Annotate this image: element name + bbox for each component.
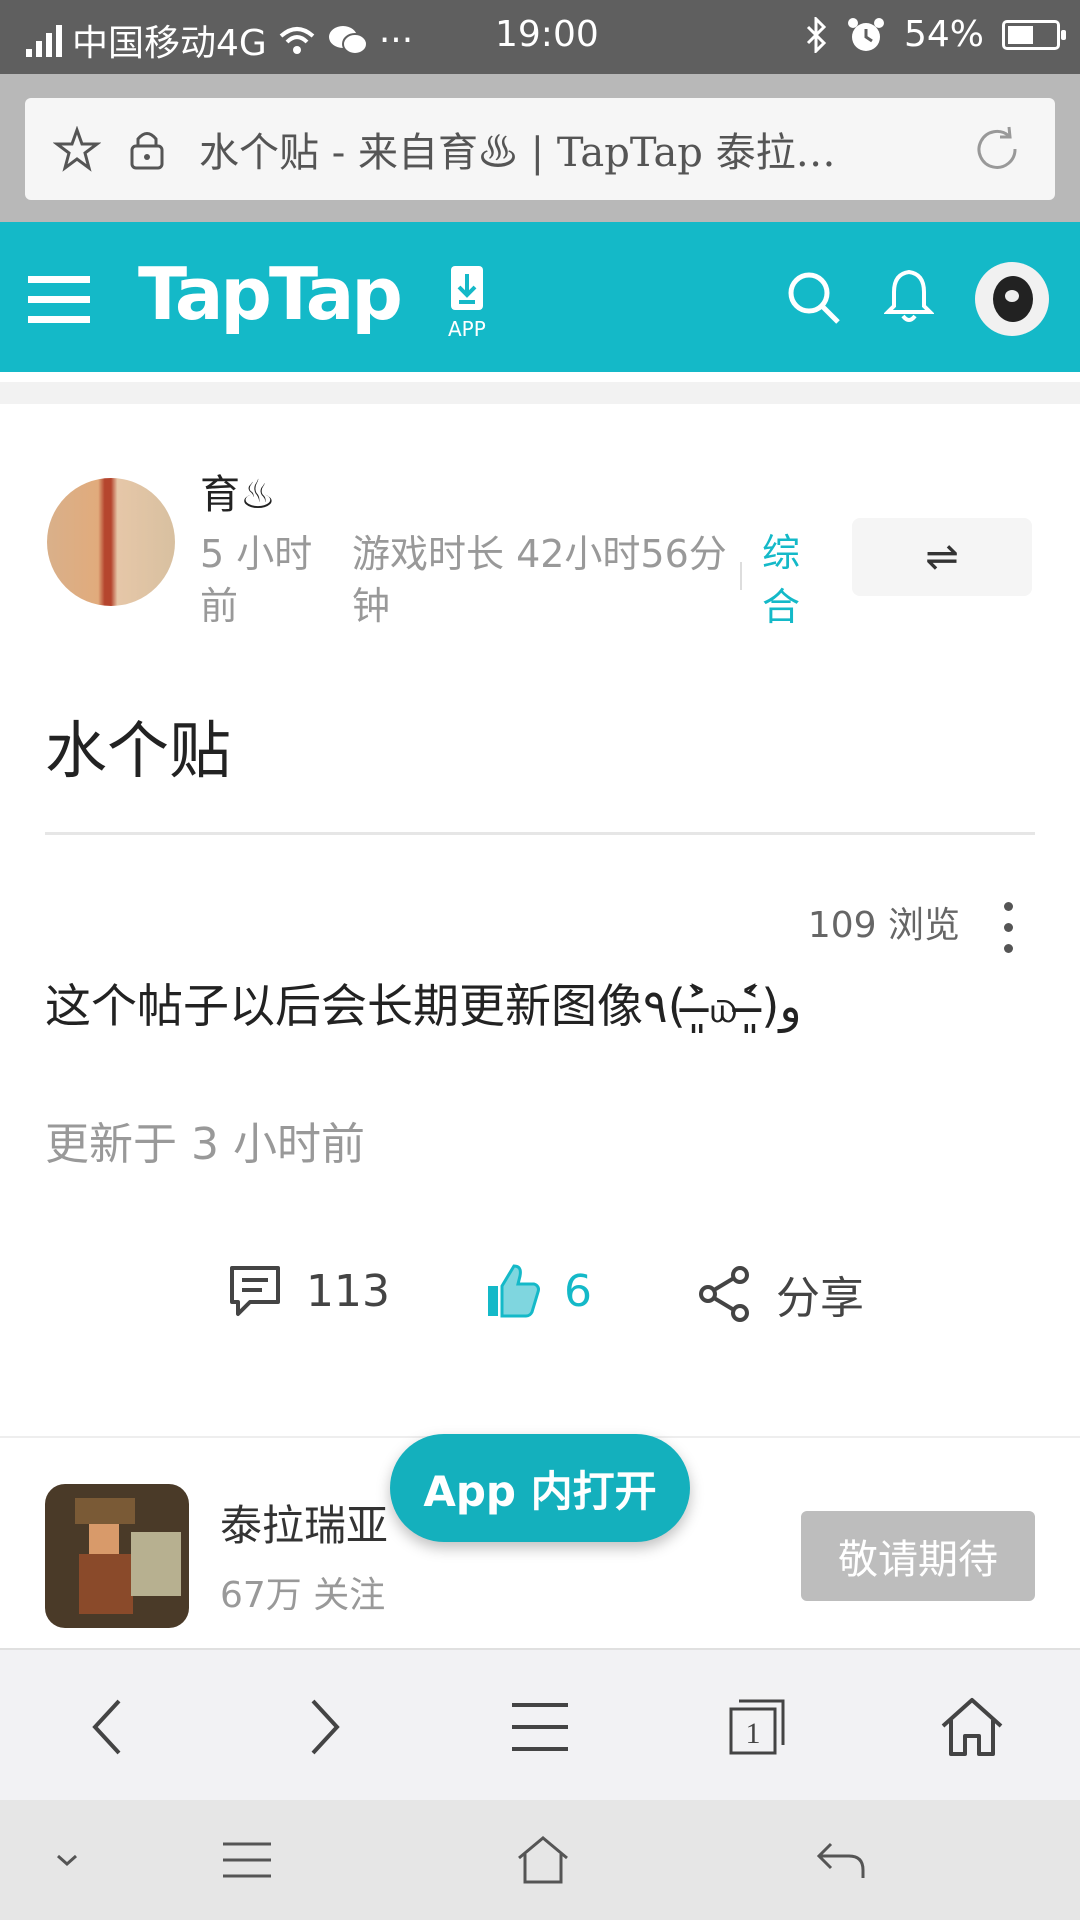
app-download-link[interactable]: APP — [448, 264, 486, 341]
author-name[interactable]: 育♨ — [200, 462, 276, 520]
comment-button[interactable]: 113 — [226, 1262, 390, 1320]
category-link[interactable]: 综合 — [762, 526, 812, 634]
wechat-icon — [328, 26, 368, 55]
user-avatar[interactable] — [975, 262, 1049, 336]
search-icon[interactable] — [786, 270, 842, 326]
lock-icon — [117, 119, 177, 179]
game-name[interactable]: 泰拉瑞亚 — [220, 1492, 388, 1553]
wifi-icon — [279, 27, 315, 54]
bell-icon[interactable] — [884, 268, 934, 324]
address-bar[interactable]: 水个贴 - 来自育♨ | TapTap 泰拉… — [25, 98, 1055, 200]
switch-button[interactable]: ⇌ — [852, 518, 1032, 596]
alarm-icon — [847, 17, 884, 51]
coming-soon-button[interactable]: 敬请期待 — [801, 1511, 1035, 1601]
more-notifications: ··· — [378, 19, 414, 61]
thumbs-up-icon — [488, 1264, 540, 1318]
game-follow-count: 67万 关注 — [220, 1575, 386, 1616]
battery-icon — [1002, 19, 1066, 50]
phone-download-icon — [450, 266, 483, 310]
play-time: 游戏时长 42小时56分钟 — [352, 532, 727, 628]
browser-menu-icon[interactable] — [500, 1692, 580, 1762]
game-icon[interactable] — [45, 1484, 189, 1628]
open-in-app-button[interactable]: App 内打开 — [390, 1434, 690, 1542]
tabs-icon[interactable]: 1 — [717, 1692, 797, 1762]
taptap-logo[interactable]: TapTap — [138, 252, 403, 336]
collapse-chevron-icon[interactable] — [32, 1830, 102, 1890]
page-title-url[interactable]: 水个贴 - 来自育♨ | TapTap 泰拉… — [199, 120, 959, 178]
carrier-label: 中国移动4G — [72, 23, 267, 64]
like-button[interactable]: 6 — [484, 1262, 592, 1320]
browser-toolbar: 水个贴 - 来自育♨ | TapTap 泰拉… — [0, 74, 1080, 222]
share-label: 分享 — [776, 1273, 864, 1324]
meta-divider — [740, 562, 742, 590]
updated-time: 更新于 3 小时前 — [45, 1119, 365, 1170]
forward-icon[interactable] — [285, 1692, 365, 1762]
clock: 19:00 — [495, 14, 599, 55]
author-avatar[interactable] — [47, 478, 175, 606]
home-icon[interactable] — [932, 1692, 1012, 1762]
title-divider — [45, 832, 1035, 835]
system-back-icon[interactable] — [806, 1830, 876, 1890]
system-nav-bar — [0, 1800, 1080, 1920]
app-label: APP — [448, 317, 486, 341]
post-title: 水个贴 — [45, 714, 232, 787]
battery-percent: 54% — [903, 14, 984, 55]
system-home-icon[interactable] — [508, 1830, 578, 1890]
comment-count: 113 — [306, 1265, 390, 1317]
tabs-count: 1 — [746, 1717, 761, 1750]
reload-icon[interactable] — [967, 119, 1027, 179]
share-icon — [699, 1266, 749, 1322]
post-body: 这个帖子以后会长期更新图像٩(˃̶͈̀௰˂̶͈́)و — [45, 979, 802, 1033]
post-actions: 113 6 分享 — [0, 1262, 1080, 1338]
divider-strip — [0, 382, 1080, 404]
share-button[interactable]: 分享 — [696, 1262, 864, 1326]
back-icon[interactable] — [67, 1692, 147, 1762]
like-count: 6 — [564, 1265, 592, 1317]
bluetooth-icon — [806, 16, 827, 53]
comment-icon — [230, 1266, 280, 1316]
more-options-icon[interactable] — [1004, 902, 1014, 953]
view-count: 109 浏览 — [807, 905, 960, 946]
browser-nav-bar: 1 — [0, 1648, 1080, 1800]
recent-apps-icon[interactable] — [212, 1830, 282, 1890]
site-header: TapTap APP — [0, 222, 1080, 372]
menu-icon[interactable] — [28, 274, 90, 324]
bookmark-star-icon[interactable] — [47, 119, 107, 179]
status-bar: 中国移动4G ··· 19:00 54% — [0, 0, 1080, 74]
post-time: 5 小时前 — [200, 532, 313, 628]
signal-icon — [26, 23, 62, 57]
